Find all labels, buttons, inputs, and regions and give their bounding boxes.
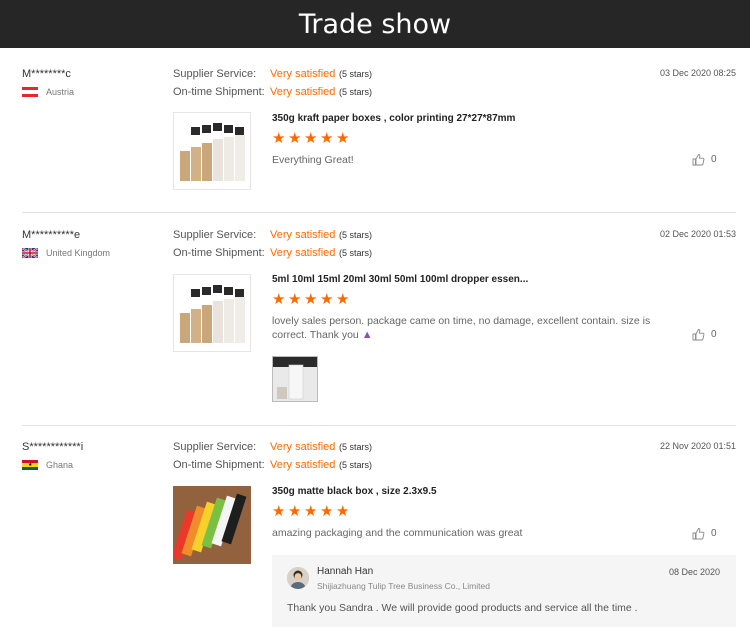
country-label: Ghana (46, 460, 74, 470)
ghana-flag-icon: ★ (22, 460, 38, 470)
like-count: 0 (711, 528, 717, 539)
star-icon: ★ (320, 130, 334, 147)
product-title[interactable]: 5ml 10ml 15ml 20ml 30ml 50ml 100ml dropp… (272, 274, 528, 285)
like-count: 0 (711, 329, 717, 340)
product-title[interactable]: 350g kraft paper boxes , color printing … (272, 113, 515, 124)
page-title: Trade show (298, 8, 452, 40)
seller-reply: Hannah Han Shijiazhuang Tulip Tree Busin… (272, 555, 736, 627)
star-icon: ★ (272, 130, 286, 147)
star-icon: ★ (288, 291, 302, 308)
like-count: 0 (711, 154, 717, 165)
divider (22, 212, 736, 213)
review-date: 03 Dec 2020 08:25 (659, 68, 736, 78)
product-title[interactable]: 350g matte black box , size 2.3x9.5 (272, 486, 437, 497)
supplier-service-stars: (5 stars) (339, 230, 373, 240)
star-icon: ★ (288, 503, 302, 520)
supplier-service-label: Supplier Service: (173, 441, 257, 453)
star-icon: ★ (304, 503, 318, 520)
country-label: United Kingdom (46, 248, 111, 258)
star-icon: ★ (304, 130, 318, 147)
star-rating: ★ ★ ★ ★ ★ (272, 291, 350, 308)
ontime-shipment-label: On-time Shipment: (173, 247, 265, 259)
like-button[interactable]: 0 (692, 328, 717, 341)
like-button[interactable]: 0 (692, 527, 717, 540)
ontime-shipment-value: Very satisfied (270, 459, 336, 471)
ontime-shipment-stars: (5 stars) (339, 460, 373, 470)
ontime-shipment-label: On-time Shipment: (173, 459, 265, 471)
review-date: 02 Dec 2020 01:53 (659, 229, 736, 239)
reply-author: Hannah Han (317, 566, 374, 577)
supplier-service-label: Supplier Service: (173, 229, 257, 241)
supplier-service-stars: (5 stars) (339, 442, 373, 452)
ontime-shipment-value: Very satisfied (270, 247, 336, 259)
thumbs-up-icon (692, 329, 705, 341)
supplier-service-stars: (5 stars) (339, 69, 373, 79)
like-button[interactable]: 0 (692, 153, 717, 166)
reviewer-country: United Kingdom (22, 248, 110, 258)
reviewer-country: ★ Ghana (22, 460, 73, 470)
review-photo-image (273, 357, 317, 401)
kraft-boxes-image (174, 113, 250, 189)
star-icon: ★ (288, 130, 302, 147)
star-icon: ★ (304, 291, 318, 308)
ontime-shipment-stars: (5 stars) (339, 87, 373, 97)
review-comment-text: lovely sales person. package came on tim… (272, 315, 651, 341)
product-thumbnail[interactable] (173, 112, 251, 190)
review-comment: amazing packaging and the communication … (272, 527, 523, 539)
reviewer-country: Austria (22, 87, 74, 97)
austria-flag-icon (22, 87, 38, 97)
reply-text: Thank you Sandra . We will provide good … (287, 602, 638, 614)
review-photo[interactable] (272, 356, 318, 402)
supplier-service-value: Very satisfied (270, 68, 336, 80)
colored-boxes-image (173, 486, 251, 564)
star-icon: ★ (272, 503, 286, 520)
review-comment: lovely sales person. package came on tim… (272, 314, 662, 342)
star-icon: ★ (320, 503, 334, 520)
divider (22, 425, 736, 426)
uk-flag-icon (22, 248, 38, 258)
supplier-service-value: Very satisfied (270, 441, 336, 453)
reply-date: 08 Dec 2020 (668, 567, 720, 577)
reviewer-name: M********c (22, 68, 71, 80)
star-rating: ★ ★ ★ ★ ★ (272, 130, 350, 147)
thumbs-up-icon (692, 528, 705, 540)
supplier-service-label: Supplier Service: (173, 68, 257, 80)
ontime-shipment-value: Very satisfied (270, 86, 336, 98)
country-label: Austria (46, 87, 75, 97)
review-comment: Everything Great! (272, 154, 354, 166)
star-rating: ★ ★ ★ ★ ★ (272, 503, 350, 520)
star-icon: ★ (336, 130, 350, 147)
supplier-service-value: Very satisfied (270, 229, 336, 241)
ontime-shipment-label: On-time Shipment: (173, 86, 265, 98)
reply-company: Shijiazhuang Tulip Tree Business Co., Li… (317, 581, 490, 591)
product-thumbnail[interactable] (173, 486, 251, 564)
star-icon: ★ (320, 291, 334, 308)
product-thumbnail[interactable] (173, 274, 251, 352)
star-icon: ★ (272, 291, 286, 308)
reviewer-name: S************i (22, 441, 84, 453)
thumbs-up-icon (692, 154, 705, 166)
ontime-shipment-stars: (5 stars) (339, 248, 373, 258)
avatar (287, 567, 309, 589)
star-icon: ★ (336, 503, 350, 520)
kraft-boxes-image (174, 275, 250, 351)
emoji-icon: ▲ (361, 329, 373, 341)
reviewer-name: M**********e (22, 229, 81, 241)
star-icon: ★ (336, 291, 350, 308)
page-header: Trade show (0, 0, 750, 48)
review-date: 22 Nov 2020 01:51 (659, 441, 736, 451)
